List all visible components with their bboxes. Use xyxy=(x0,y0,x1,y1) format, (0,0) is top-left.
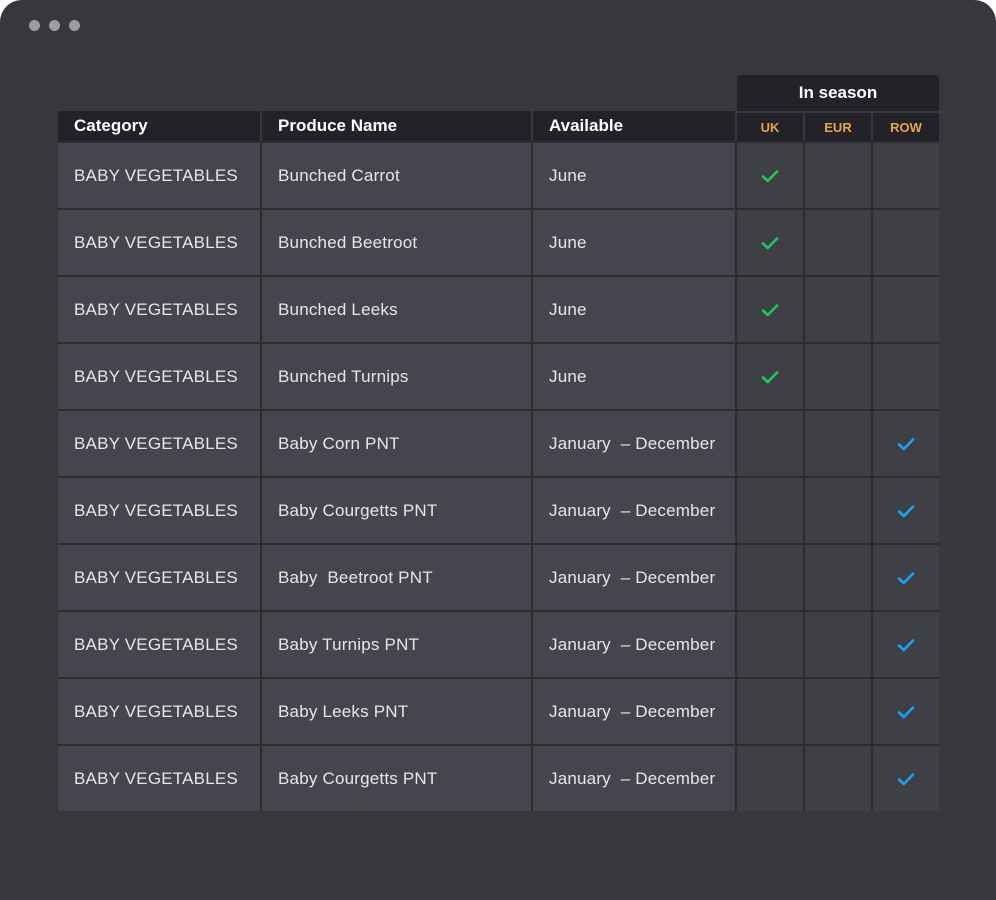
header-region-eur[interactable]: EUR xyxy=(805,111,871,141)
cell-available: January – December xyxy=(533,478,735,543)
header-in-season: In season xyxy=(737,75,939,111)
cell-available: June xyxy=(533,344,735,409)
cell-available: January – December xyxy=(533,612,735,677)
cell-produce-name: Bunched Turnips xyxy=(262,344,531,409)
header-available[interactable]: Available xyxy=(533,111,735,141)
window-dot-icon[interactable] xyxy=(29,20,40,31)
cell-produce-name: Bunched Beetroot xyxy=(262,210,531,275)
cell-season-eur[interactable] xyxy=(805,143,871,208)
cell-season-row[interactable] xyxy=(873,143,939,208)
cell-season-eur[interactable] xyxy=(805,545,871,610)
cell-produce-name: Baby Courgetts PNT xyxy=(262,746,531,811)
checkmark-icon xyxy=(897,638,915,652)
header-region-uk[interactable]: UK xyxy=(737,111,803,141)
cell-season-uk[interactable] xyxy=(737,411,803,476)
checkmark-icon xyxy=(761,169,779,183)
cell-produce-name: Baby Courgetts PNT xyxy=(262,478,531,543)
cell-category: BABY VEGETABLES xyxy=(58,545,260,610)
cell-season-uk[interactable] xyxy=(737,612,803,677)
cell-season-row[interactable] xyxy=(873,277,939,342)
cell-category: BABY VEGETABLES xyxy=(58,679,260,744)
cell-season-uk[interactable] xyxy=(737,277,803,342)
cell-produce-name: Baby Turnips PNT xyxy=(262,612,531,677)
checkmark-icon xyxy=(897,705,915,719)
cell-season-uk[interactable] xyxy=(737,210,803,275)
cell-season-row[interactable] xyxy=(873,746,939,811)
cell-season-row[interactable] xyxy=(873,545,939,610)
cell-season-uk[interactable] xyxy=(737,679,803,744)
cell-season-row[interactable] xyxy=(873,478,939,543)
checkmark-icon xyxy=(897,772,915,786)
cell-category: BABY VEGETABLES xyxy=(58,478,260,543)
cell-season-eur[interactable] xyxy=(805,411,871,476)
produce-table: Category Produce Name Available In seaso… xyxy=(58,75,939,811)
cell-season-eur[interactable] xyxy=(805,679,871,744)
cell-season-uk[interactable] xyxy=(737,478,803,543)
cell-available: January – December xyxy=(533,679,735,744)
cell-season-eur[interactable] xyxy=(805,344,871,409)
cell-category: BABY VEGETABLES xyxy=(58,746,260,811)
checkmark-icon xyxy=(761,303,779,317)
cell-category: BABY VEGETABLES xyxy=(58,612,260,677)
header-region-row[interactable]: ROW xyxy=(873,111,939,141)
cell-category: BABY VEGETABLES xyxy=(58,210,260,275)
cell-produce-name: Bunched Leeks xyxy=(262,277,531,342)
cell-season-row[interactable] xyxy=(873,612,939,677)
cell-category: BABY VEGETABLES xyxy=(58,344,260,409)
cell-season-eur[interactable] xyxy=(805,612,871,677)
cell-season-eur[interactable] xyxy=(805,478,871,543)
checkmark-icon xyxy=(761,236,779,250)
cell-season-eur[interactable] xyxy=(805,746,871,811)
header-category[interactable]: Category xyxy=(58,111,260,141)
window-dot-icon[interactable] xyxy=(49,20,60,31)
checkmark-icon xyxy=(897,571,915,585)
cell-season-row[interactable] xyxy=(873,411,939,476)
app-window: Category Produce Name Available In seaso… xyxy=(0,0,996,900)
checkmark-icon xyxy=(897,437,915,451)
header-produce-name[interactable]: Produce Name xyxy=(262,111,531,141)
cell-category: BABY VEGETABLES xyxy=(58,277,260,342)
cell-available: January – December xyxy=(533,746,735,811)
cell-season-eur[interactable] xyxy=(805,277,871,342)
cell-category: BABY VEGETABLES xyxy=(58,143,260,208)
checkmark-icon xyxy=(761,370,779,384)
cell-available: January – December xyxy=(533,545,735,610)
cell-season-eur[interactable] xyxy=(805,210,871,275)
cell-available: June xyxy=(533,210,735,275)
cell-produce-name: Baby Corn PNT xyxy=(262,411,531,476)
window-controls xyxy=(29,20,80,31)
cell-available: June xyxy=(533,143,735,208)
cell-produce-name: Bunched Carrot xyxy=(262,143,531,208)
cell-season-uk[interactable] xyxy=(737,143,803,208)
cell-available: June xyxy=(533,277,735,342)
cell-produce-name: Baby Leeks PNT xyxy=(262,679,531,744)
cell-produce-name: Baby Beetroot PNT xyxy=(262,545,531,610)
cell-season-row[interactable] xyxy=(873,679,939,744)
cell-season-row[interactable] xyxy=(873,210,939,275)
cell-season-uk[interactable] xyxy=(737,344,803,409)
cell-season-row[interactable] xyxy=(873,344,939,409)
cell-season-uk[interactable] xyxy=(737,545,803,610)
cell-available: January – December xyxy=(533,411,735,476)
cell-season-uk[interactable] xyxy=(737,746,803,811)
window-dot-icon[interactable] xyxy=(69,20,80,31)
checkmark-icon xyxy=(897,504,915,518)
cell-category: BABY VEGETABLES xyxy=(58,411,260,476)
